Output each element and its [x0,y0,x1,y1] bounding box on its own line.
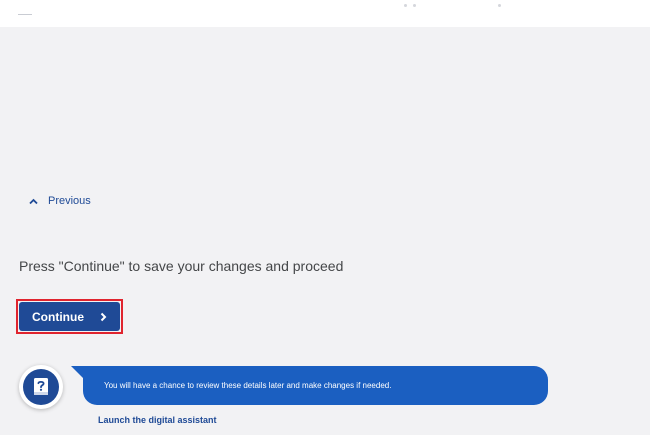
logo-mark [18,14,32,15]
decorative-dot [413,4,416,7]
assistant-message: You will have a chance to review these d… [104,381,392,390]
help-book-icon [23,369,59,405]
decorative-dot [498,4,501,7]
bubble-tail [71,366,83,378]
chevron-up-icon [29,198,38,205]
continue-label: Continue [32,309,84,324]
launch-assistant-link[interactable]: Launch the digital assistant [98,415,217,425]
previous-link[interactable]: Previous [29,193,91,209]
chevron-right-icon [100,312,107,322]
instruction-text: Press "Continue" to save your changes an… [19,258,344,274]
continue-button[interactable]: Continue [19,302,120,331]
digital-assistant-button[interactable] [19,365,63,409]
assistant-message-bubble: You will have a chance to review these d… [83,366,548,405]
top-bar [0,0,650,27]
previous-label: Previous [48,195,91,207]
decorative-dot [404,4,407,7]
